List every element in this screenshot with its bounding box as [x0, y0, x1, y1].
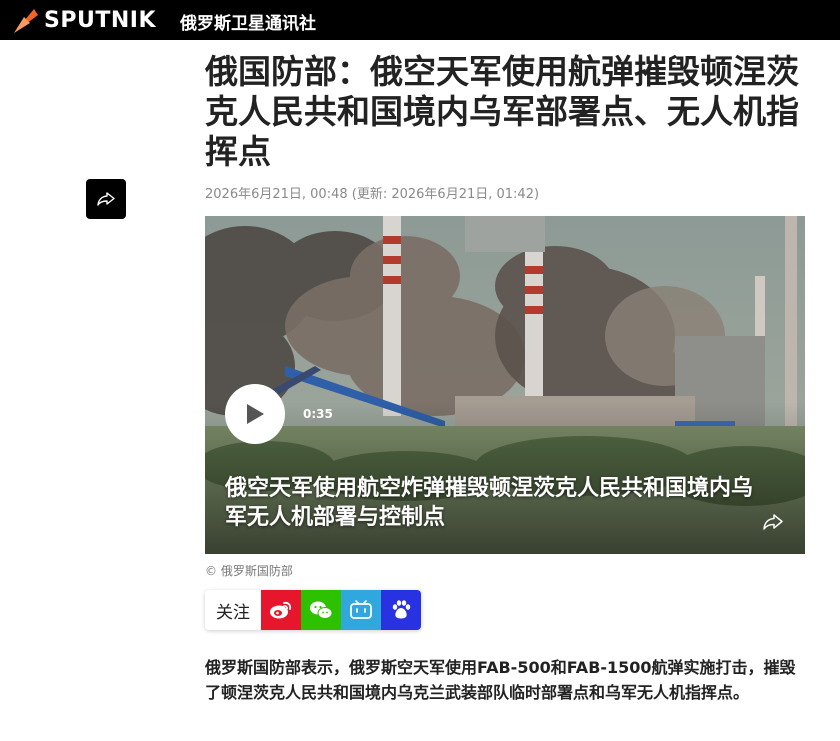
wechat-icon [310, 601, 333, 619]
article-lead: 俄罗斯国防部表示，俄罗斯空天军使用FAB-500和FAB-1500航弹实施打击，… [205, 658, 796, 702]
sputnik-logo[interactable]: SPUTNIK [10, 4, 156, 36]
sputnik-logo-icon [14, 9, 38, 33]
logo-text: SPUTNIK [44, 7, 156, 33]
article-timestamp: 2026年6月21日, 00:48 (更新: 2026年6月21日, 01:42… [205, 187, 540, 202]
follow-bar: 关注 [205, 590, 421, 630]
baidu-paw-icon [392, 600, 411, 619]
video-caption: 俄空天军使用航空炸弹摧毁顿涅茨克人民共和国境内乌军无人机部署与控制点 [225, 476, 754, 530]
media-credit: © 俄罗斯国防部 [205, 564, 293, 578]
baidu-button[interactable] [381, 590, 421, 630]
video-share-button[interactable] [763, 514, 783, 534]
follow-label: 关注 [205, 590, 261, 630]
video-player[interactable]: 0:35 俄空天军使用航空炸弹摧毁顿涅茨克人民共和国境内乌军无人机部署与控制点 [205, 216, 805, 554]
weibo-icon [270, 601, 292, 619]
wechat-button[interactable] [301, 590, 341, 630]
video-duration: 0:35 [303, 407, 333, 421]
play-icon [247, 404, 264, 424]
article-title: 俄国防部：俄空天军使用航弹摧毁顿涅茨克人民共和国境内乌军部署点、无人机指挥点 [205, 52, 799, 171]
share-arrow-icon [97, 192, 115, 206]
site-name[interactable]: 俄罗斯卫星通讯社 [180, 9, 316, 34]
share-arrow-icon [763, 514, 783, 530]
play-button[interactable] [225, 384, 285, 444]
share-button[interactable] [86, 179, 126, 219]
top-navigation-bar: SPUTNIK 俄罗斯卫星通讯社 [0, 0, 840, 40]
bilibili-button[interactable] [341, 590, 381, 630]
weibo-button[interactable] [261, 590, 301, 630]
bilibili-icon [350, 600, 372, 619]
